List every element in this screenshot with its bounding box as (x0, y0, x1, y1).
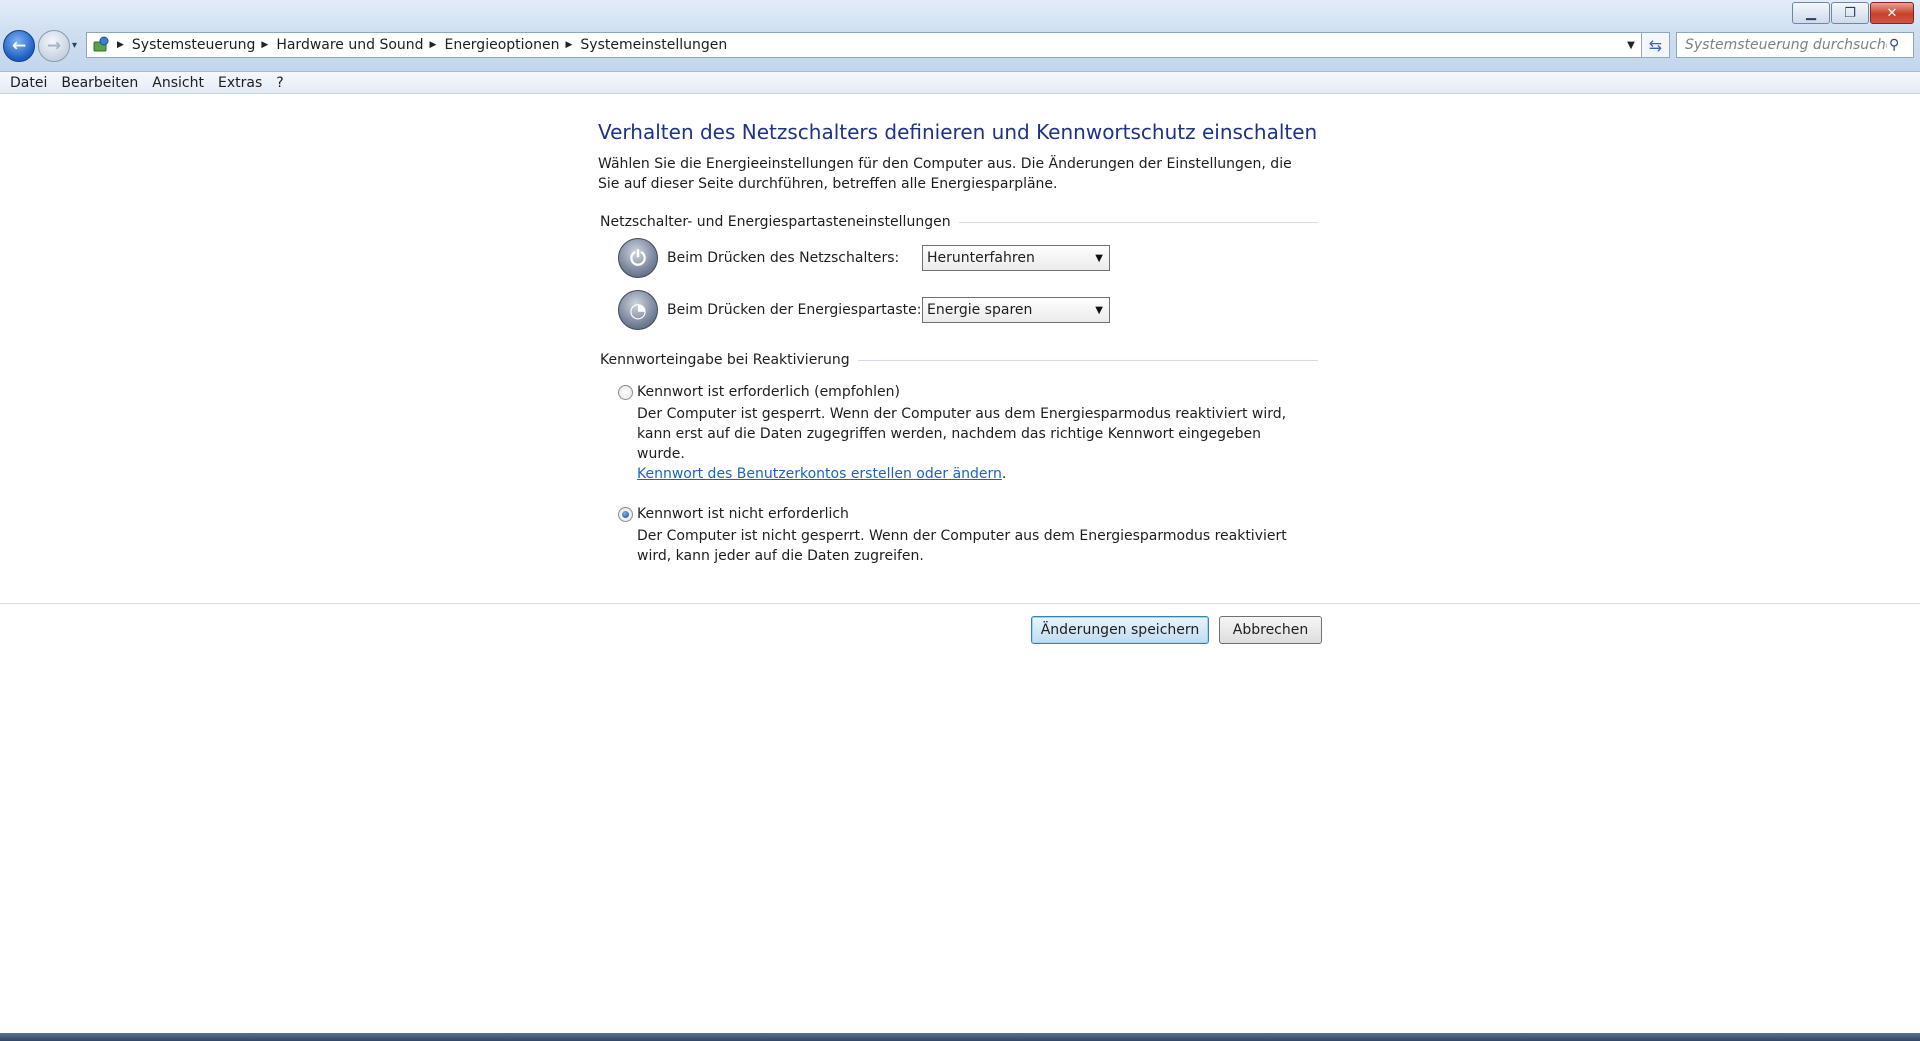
footer-divider (0, 603, 1920, 604)
password-required-radio[interactable] (618, 384, 633, 400)
forward-button[interactable]: → (38, 30, 70, 62)
password-required-label[interactable]: Kennwort ist erforderlich (empfohlen) (637, 384, 900, 400)
window-chrome: ▁ ❐ ✕ ← → ▾ ▶ Systemsteuerung ▶ Hardware… (0, 0, 1920, 72)
password-required-description-text: Der Computer ist gesperrt. Wenn der Comp… (637, 406, 1287, 462)
restore-button[interactable]: ❐ (1831, 2, 1869, 24)
password-not-required-label[interactable]: Kennwort ist nicht erforderlich (637, 506, 849, 522)
back-button[interactable]: ← (3, 30, 35, 62)
recent-pages-dropdown-icon[interactable]: ▾ (72, 40, 77, 51)
refresh-icon[interactable]: ⇆ (1642, 32, 1670, 58)
window-controls: ▁ ❐ ✕ (1792, 2, 1914, 24)
page-title: Verhalten des Netzschalters definieren u… (598, 120, 1318, 144)
power-button-setting-row: ⏻ Beim Drücken des Netzschalters: Herunt… (618, 232, 1318, 284)
dropdown-arrow-icon: ▼ (1095, 252, 1103, 264)
breadcrumb-energieoptionen[interactable]: Energieoptionen (444, 37, 559, 53)
menu-help[interactable]: ? (269, 75, 290, 91)
close-button[interactable]: ✕ (1870, 2, 1914, 24)
control-panel-icon (91, 36, 111, 54)
sleep-button-label: Beim Drücken der Energiespartaste: (667, 302, 922, 318)
menu-datei[interactable]: Datei (3, 75, 54, 91)
power-button-icon: ⏻ (618, 238, 658, 278)
menu-bar: Datei Bearbeiten Ansicht Extras ? (0, 72, 1920, 94)
password-not-required-description: Der Computer ist nicht gesperrt. Wenn de… (637, 528, 1287, 564)
search-icon[interactable]: ⚲ (1889, 37, 1899, 53)
main-content: Verhalten des Netzschalters definieren u… (598, 120, 1318, 566)
breadcrumb-systemsteuerung[interactable]: Systemsteuerung (132, 37, 255, 53)
address-history-dropdown-icon[interactable]: ▼ (1621, 33, 1641, 57)
password-required-option: Kennwort ist erforderlich (empfohlen) De… (618, 384, 1318, 484)
sleep-button-action-value: Energie sparen (927, 302, 1033, 318)
group-divider (958, 222, 1318, 223)
sleep-button-action-select[interactable]: Energie sparen ▼ (922, 297, 1110, 323)
save-changes-button[interactable]: Änderungen speichern (1031, 616, 1209, 644)
page-description: Wählen Sie die Energieeinstellungen für … (598, 156, 1292, 192)
minimize-button[interactable]: ▁ (1792, 2, 1830, 24)
breadcrumb-separator-icon[interactable]: ▶ (430, 40, 437, 50)
power-button-action-value: Herunterfahren (927, 250, 1035, 266)
password-group-title: Kennworteingabe bei Reaktivierung (598, 352, 858, 368)
power-settings-group-header: Netzschalter- und Energiespartasteneinst… (598, 212, 1318, 232)
power-button-label: Beim Drücken des Netzschalters: (667, 250, 900, 266)
breadcrumb-separator-icon[interactable]: ▶ (565, 40, 572, 50)
password-not-required-radio[interactable] (618, 506, 633, 522)
taskbar (0, 1033, 1920, 1041)
create-change-password-link[interactable]: Kennwort des Benutzerkontos erstellen od… (637, 466, 1002, 482)
password-required-description: Der Computer ist gesperrt. Wenn der Comp… (637, 404, 1297, 484)
cancel-button[interactable]: Abbrechen (1219, 616, 1322, 644)
link-suffix: . (1001, 466, 1007, 482)
search-box[interactable]: ⚲ (1676, 32, 1914, 58)
menu-extras[interactable]: Extras (211, 75, 269, 91)
sleep-button-setting-row: ◔ Beim Drücken der Energiespartaste: Ene… (618, 284, 1318, 336)
password-group-header: Kennworteingabe bei Reaktivierung (598, 350, 1318, 370)
search-input[interactable] (1677, 34, 1887, 56)
address-bar[interactable]: ▶ Systemsteuerung ▶ Hardware und Sound ▶… (86, 32, 1642, 58)
menu-bearbeiten[interactable]: Bearbeiten (54, 75, 145, 91)
breadcrumb-systemeinstellungen[interactable]: Systemeinstellungen (580, 37, 727, 53)
password-not-required-option: Kennwort ist nicht erforderlich Der Comp… (618, 506, 1318, 566)
breadcrumb-separator-icon[interactable]: ▶ (261, 40, 268, 50)
menu-ansicht[interactable]: Ansicht (145, 75, 211, 91)
breadcrumb-separator-icon[interactable]: ▶ (117, 40, 124, 50)
breadcrumb-hardware-und-sound[interactable]: Hardware und Sound (276, 37, 423, 53)
power-button-action-select[interactable]: Herunterfahren ▼ (922, 245, 1110, 271)
power-settings-group-title: Netzschalter- und Energiespartasteneinst… (598, 214, 959, 230)
group-divider (857, 360, 1318, 361)
dropdown-arrow-icon: ▼ (1095, 304, 1103, 316)
sleep-button-icon: ◔ (618, 290, 658, 330)
